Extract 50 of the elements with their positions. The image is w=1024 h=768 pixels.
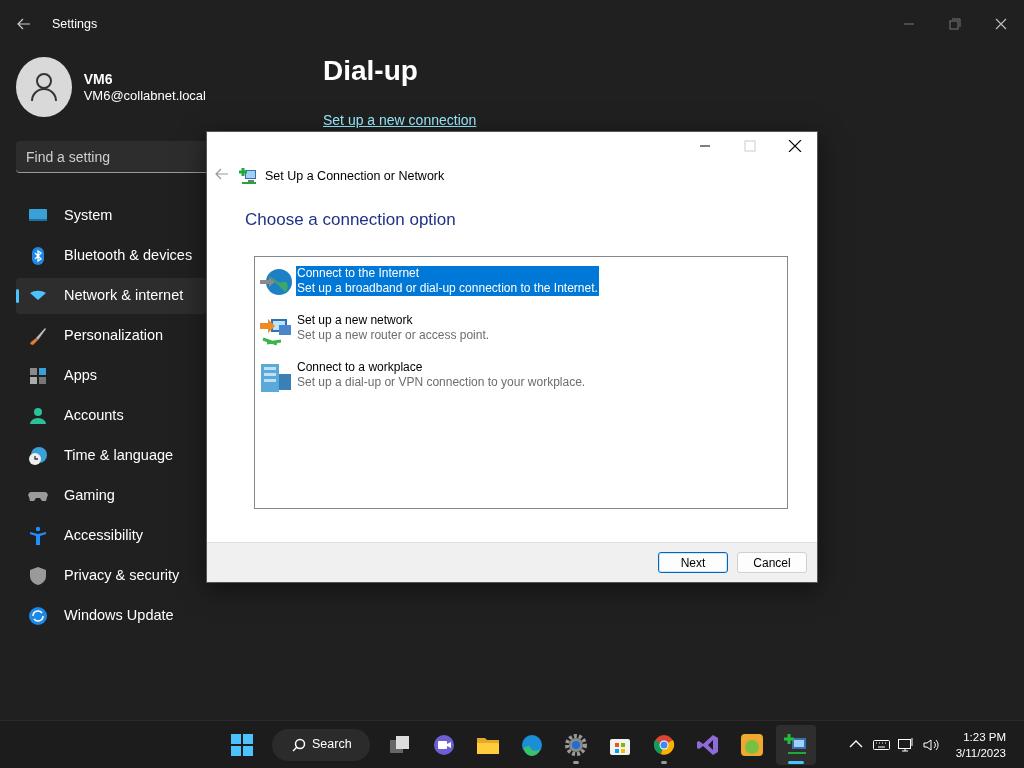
dialog-title: Set Up a Connection or Network: [265, 167, 445, 185]
app-title: Settings: [52, 15, 98, 33]
network-setup-icon[interactable]: [784, 732, 808, 757]
nav-item[interactable]: System: [16, 198, 206, 234]
search-button[interactable]: Search: [272, 728, 370, 761]
avatar: [16, 57, 72, 117]
update-icon: [28, 606, 48, 626]
taskbar-button[interactable]: [776, 724, 816, 765]
close-icon[interactable]: [787, 140, 802, 152]
infinity-icon[interactable]: [696, 732, 720, 757]
speaker-icon[interactable]: [922, 736, 940, 753]
nav-item[interactable]: Bluetooth & devices: [16, 238, 206, 274]
nav-item[interactable]: Accessibility: [16, 518, 206, 554]
clock-date[interactable]: 3/11/2023: [955, 744, 1006, 761]
brush-icon: [28, 326, 48, 346]
clock-time[interactable]: 1:23 PM: [955, 728, 1006, 745]
user-email: VM6@collabnet.local: [83, 87, 206, 104]
network-setup-icon: [239, 167, 257, 185]
list-option[interactable]: Set up a new network Set up a new router or access point.: [296, 313, 491, 343]
nav-item[interactable]: Personalization: [16, 318, 206, 354]
close-icon[interactable]: [994, 18, 1008, 30]
nav-item[interactable]: Gaming: [16, 478, 206, 514]
search-icon: [292, 737, 306, 752]
nav-item[interactable]: Network & internet: [16, 278, 206, 314]
dialog-heading: Choose a connection option: [245, 209, 457, 231]
list-option[interactable]: Connect to the Internet Set up a broadband or dial-up connection to the Internet.: [296, 266, 599, 296]
browser-icon[interactable]: [520, 732, 544, 757]
apps-icon: [28, 366, 48, 386]
accessibility-icon: [28, 526, 48, 546]
video-chat-icon[interactable]: [432, 732, 456, 757]
person-icon: [28, 406, 48, 426]
game-icon[interactable]: [740, 732, 764, 757]
dialog-button[interactable]: Next: [658, 552, 728, 573]
nav-item[interactable]: Time & language: [16, 438, 206, 474]
shield-icon: [28, 566, 48, 586]
link[interactable]: Set up a new connection: [323, 112, 477, 128]
gear-icon[interactable]: [564, 732, 588, 757]
windows-logo-icon: [230, 732, 254, 757]
nav-item[interactable]: Accounts: [16, 398, 206, 434]
dialog-button[interactable]: Cancel: [737, 552, 807, 573]
list-option[interactable]: Connect to a workplace Set up a dial-up or VPN connection to your workplace.: [296, 360, 587, 390]
globe-clock-icon: [28, 446, 48, 466]
nav-item[interactable]: Privacy & security: [16, 558, 206, 594]
nav-item[interactable]: Apps: [16, 358, 206, 394]
user-name: VM6: [83, 70, 114, 88]
page-title: Dial-up: [323, 54, 419, 88]
nav-item[interactable]: Windows Update: [16, 598, 206, 634]
network-icon[interactable]: [897, 736, 915, 753]
restore-icon[interactable]: [948, 18, 962, 30]
browser-icon[interactable]: [652, 732, 676, 757]
